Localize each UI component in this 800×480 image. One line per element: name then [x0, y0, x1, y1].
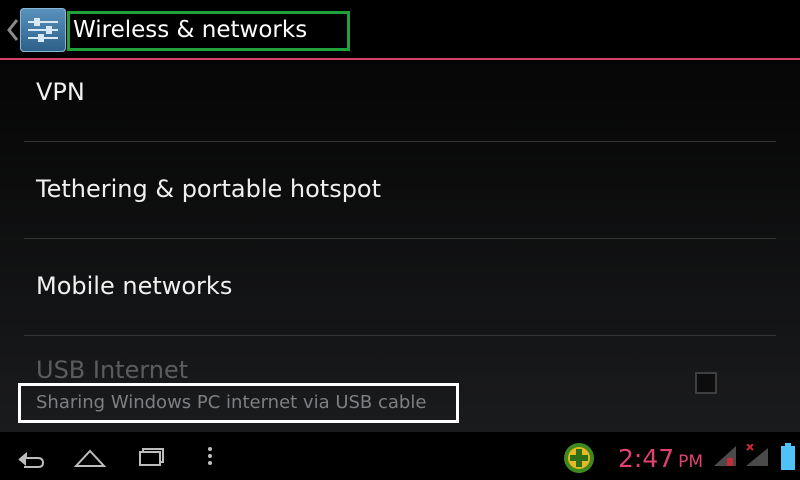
clock-time: 2:47	[618, 444, 675, 473]
list-item-vpn[interactable]: VPN	[0, 60, 800, 142]
list-item-mobile-networks[interactable]: Mobile networks	[0, 239, 800, 336]
usb-internet-checkbox[interactable]	[695, 372, 717, 394]
system-bar: 2:47 PM	[0, 432, 800, 480]
menu-icon[interactable]	[193, 442, 227, 470]
notification-icon[interactable]	[563, 442, 595, 474]
chevron-left-icon[interactable]	[2, 15, 22, 45]
signal-no-service-icon	[746, 444, 768, 466]
recent-apps-icon[interactable]	[133, 442, 167, 470]
list-item-title: Tethering & portable hotspot	[36, 175, 382, 203]
home-icon[interactable]	[73, 442, 107, 470]
signal-icon	[714, 446, 736, 466]
page-title: Wireless & networks	[73, 17, 308, 43]
list-item-summary: Sharing Windows PC internet via USB cabl…	[36, 392, 427, 413]
clock: 2:47 PM	[618, 444, 703, 473]
action-bar: Wireless & networks	[0, 0, 800, 58]
list-item-title: VPN	[36, 78, 85, 106]
settings-sliders-icon	[28, 18, 58, 42]
list-item-tethering[interactable]: Tethering & portable hotspot	[0, 142, 800, 239]
list-item-title: Mobile networks	[36, 272, 233, 300]
back-icon[interactable]	[14, 442, 48, 470]
settings-app-icon[interactable]	[20, 8, 66, 52]
settings-list: VPN Tethering & portable hotspot Mobile …	[0, 60, 800, 432]
clock-ampm: PM	[678, 452, 704, 472]
list-item-title: USB Internet	[36, 356, 189, 384]
battery-icon	[781, 443, 795, 470]
